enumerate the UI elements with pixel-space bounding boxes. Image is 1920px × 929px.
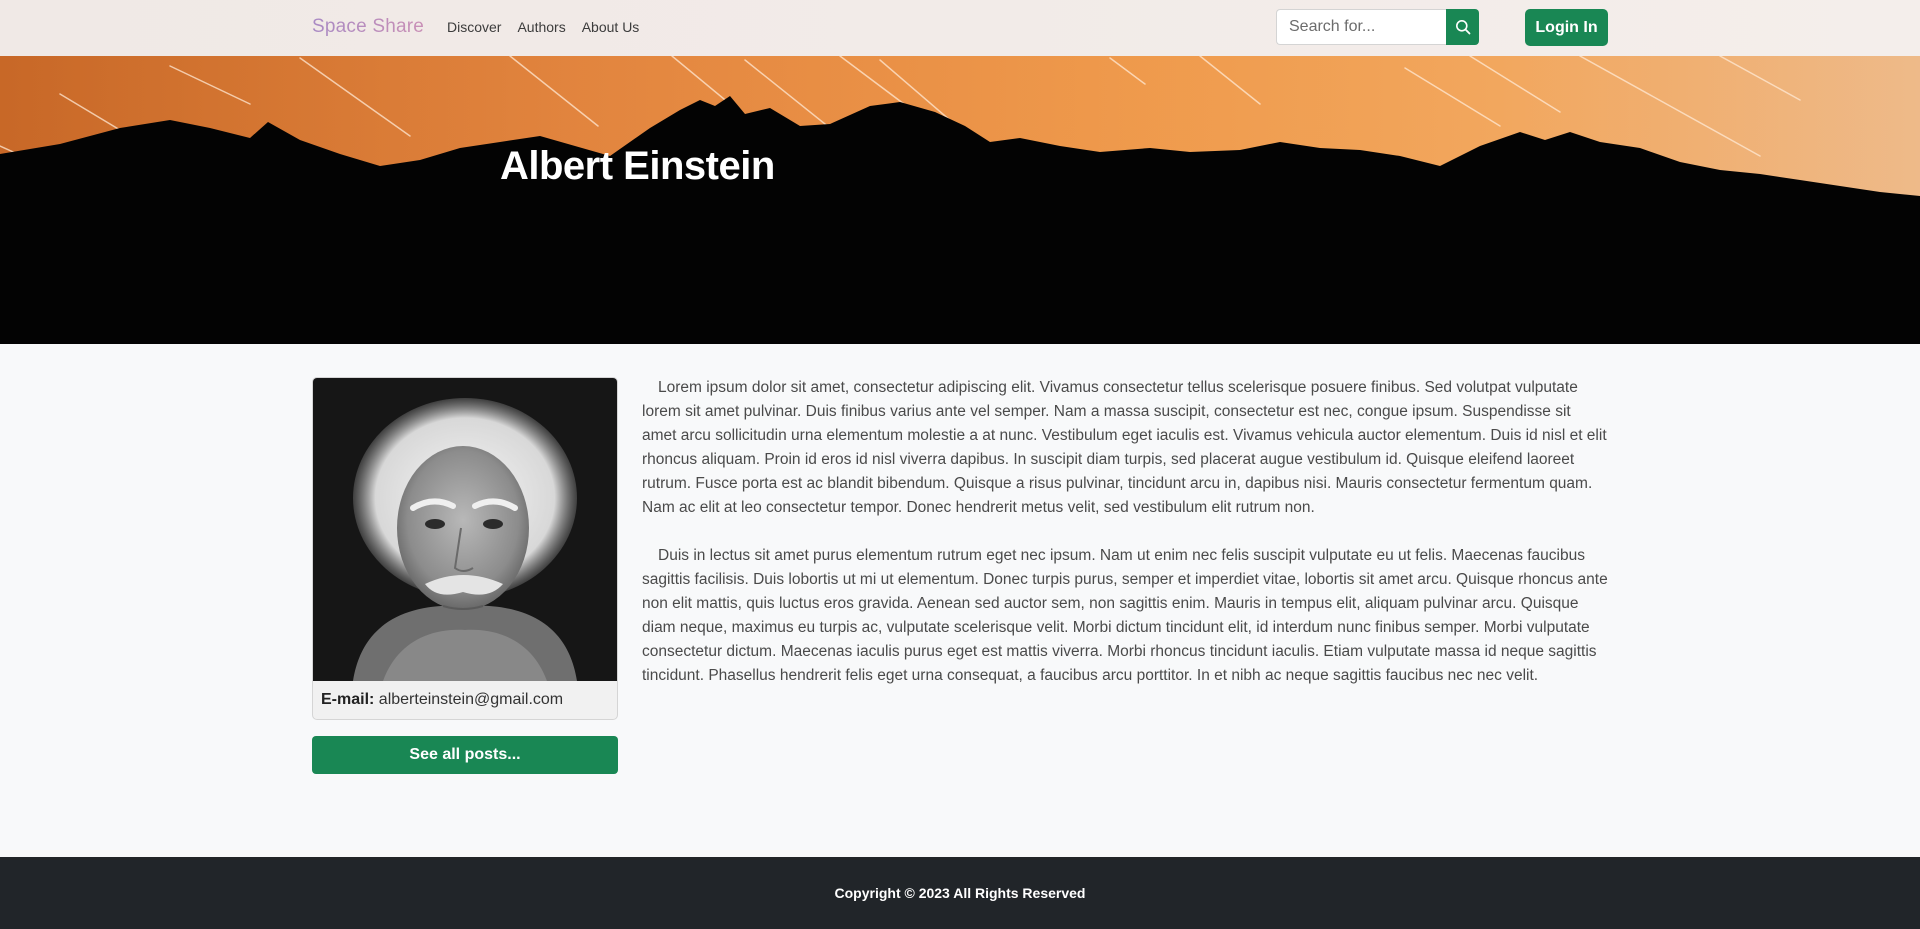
author-profile-card: E-mail: alberteinstein@gmail.com xyxy=(312,377,618,720)
email-value: alberteinstein@gmail.com xyxy=(378,691,564,708)
author-bio: Lorem ipsum dolor sit amet, consectetur … xyxy=(642,376,1608,688)
nav-link-discover[interactable]: Discover xyxy=(447,19,501,35)
nav-link-authors[interactable]: Authors xyxy=(517,19,565,35)
search-button[interactable] xyxy=(1446,9,1479,45)
page-footer: Copyright © 2023 All Rights Reserved xyxy=(0,857,1920,929)
mountain-sunset-background xyxy=(0,56,1920,344)
hero-banner: Albert Einstein xyxy=(0,56,1920,344)
bio-paragraph: Lorem ipsum dolor sit amet, consectetur … xyxy=(642,379,1607,516)
author-email: E-mail: alberteinstein@gmail.com xyxy=(321,691,563,709)
search-form xyxy=(1276,9,1479,45)
search-icon xyxy=(1455,20,1470,35)
bio-paragraph: Duis in lectus sit amet purus elementum … xyxy=(642,547,1608,684)
author-portrait xyxy=(313,378,617,681)
copyright-text: Copyright © 2023 All Rights Reserved xyxy=(834,885,1086,901)
nav-link-about-us[interactable]: About Us xyxy=(582,19,640,35)
email-label: E-mail: xyxy=(321,691,375,708)
author-name-title: Albert Einstein xyxy=(500,144,775,188)
brand-logo-link[interactable]: Space Share xyxy=(312,16,424,38)
nav-links: Discover Authors About Us xyxy=(447,19,639,35)
login-button[interactable]: Login In xyxy=(1525,9,1608,46)
search-input[interactable] xyxy=(1276,9,1446,45)
top-navbar: Space Share Discover Authors About Us Lo… xyxy=(0,0,1920,56)
see-all-posts-button[interactable]: See all posts... xyxy=(312,736,618,774)
